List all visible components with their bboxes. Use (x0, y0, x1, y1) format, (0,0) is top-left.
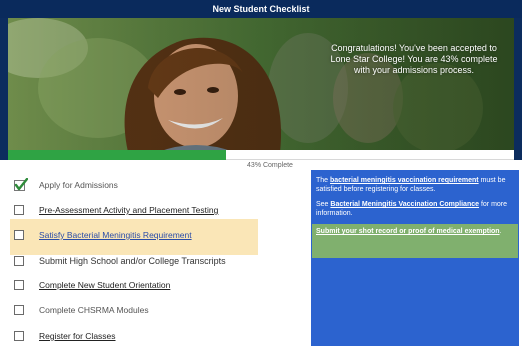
progress-bar (8, 150, 514, 160)
checklist-item-apply: Apply for Admissions (14, 176, 254, 194)
checklist-item-chsrma: Complete CHSRMA Modules (14, 301, 254, 319)
checklist-label: Complete CHSRMA Modules (39, 305, 149, 315)
info-text: See (316, 201, 331, 208)
checklist-link[interactable]: Satisfy Bacterial Meningitis Requirement (39, 230, 192, 240)
compliance-link[interactable]: Bacterial Meningitis Vaccination Complia… (330, 201, 479, 208)
checklist-item-orientation[interactable]: Complete New Student Orientation (14, 276, 254, 294)
checklist-label: Apply for Admissions (39, 180, 118, 190)
hero-photo (8, 18, 514, 152)
checklist-item-placement-testing[interactable]: Pre-Assessment Activity and Placement Te… (14, 201, 254, 219)
checklist-label: Submit High School and/or College Transc… (39, 256, 226, 266)
checkbox[interactable] (14, 230, 24, 240)
checkbox[interactable] (14, 256, 24, 266)
submit-shot-record-link[interactable]: Submit your shot record or proof of medi… (316, 228, 500, 235)
checkbox[interactable] (14, 280, 24, 290)
checkbox (14, 305, 24, 315)
submit-shot-record-box: Submit your shot record or proof of medi… (312, 224, 518, 258)
checklist-panel: 43% Complete Apply for Admissions Pre-As… (0, 160, 522, 362)
page-title: New Student Checklist (0, 0, 522, 18)
checkbox[interactable] (14, 205, 24, 215)
checklist-link[interactable]: Pre-Assessment Activity and Placement Te… (39, 205, 218, 215)
checklist-link[interactable]: Complete New Student Orientation (39, 280, 170, 290)
info-panel: The bacterial meningitis vaccination req… (311, 170, 519, 346)
checklist-item-meningitis[interactable]: Satisfy Bacterial Meningitis Requirement (14, 226, 254, 244)
checkbox[interactable] (14, 331, 24, 341)
hero-banner: Congratulations! You've been accepted to… (8, 18, 514, 152)
checklist-item-register[interactable]: Register for Classes (14, 327, 254, 345)
info-text: The (316, 177, 331, 184)
info-paragraph-requirement: The bacterial meningitis vaccination req… (316, 176, 514, 194)
congratulations-message: Congratulations! You've been accepted to… (330, 43, 498, 75)
info-paragraph-compliance: See Bacterial Meningitis Vaccination Com… (316, 200, 514, 218)
progress-label: 43% Complete (247, 162, 293, 169)
progress-fill (8, 150, 226, 160)
checklist-link[interactable]: Register for Classes (39, 331, 116, 341)
checklist-item-transcripts[interactable]: Submit High School and/or College Transc… (14, 252, 254, 270)
info-text: . (499, 228, 502, 235)
meningitis-requirement-link[interactable]: bacterial meningitis vaccination require… (330, 177, 479, 184)
checkmark-icon (14, 178, 28, 191)
